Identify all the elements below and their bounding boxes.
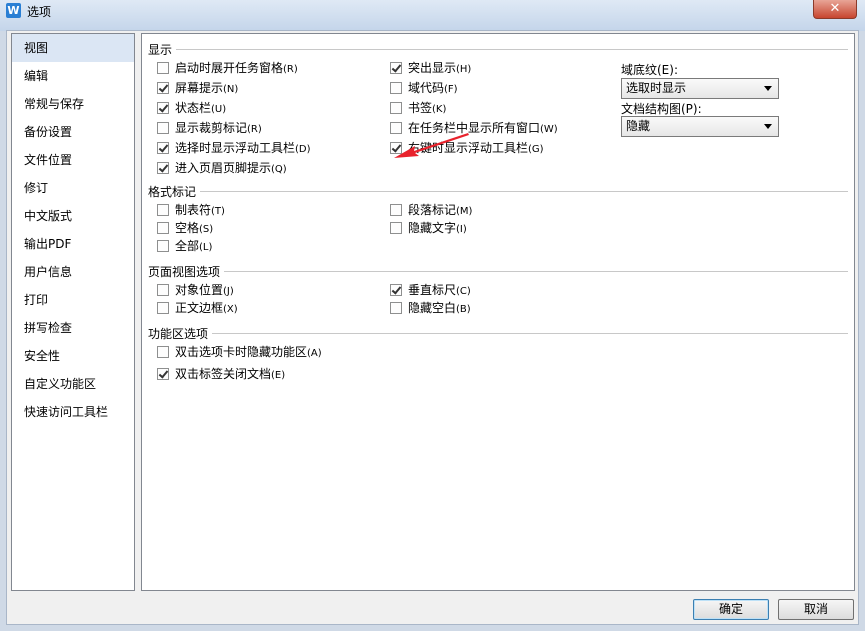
checkbox[interactable]	[390, 204, 402, 216]
checkbox[interactable]	[157, 102, 169, 114]
sidebar-item-export-pdf[interactable]: 输出PDF	[12, 230, 134, 258]
sidebar-item-customize-ribbon[interactable]: 自定义功能区	[12, 370, 134, 398]
option-field-codes[interactable]: 域代码(F)	[390, 81, 458, 95]
checkbox[interactable]	[157, 346, 169, 358]
sidebar-item-print[interactable]: 打印	[12, 286, 134, 314]
checkbox[interactable]	[390, 284, 402, 296]
sidebar-item-quick-access-toolbar[interactable]: 快速访问工具栏	[12, 398, 134, 426]
option-highlight[interactable]: 突出显示(H)	[390, 61, 471, 75]
sidebar-item-edit[interactable]: 编辑	[12, 62, 134, 90]
option-status-bar[interactable]: 状态栏(U)	[157, 101, 226, 115]
checkbox[interactable]	[157, 162, 169, 174]
checkbox[interactable]	[390, 62, 402, 74]
chevron-down-icon	[764, 124, 772, 129]
sidebar-item-file-location[interactable]: 文件位置	[12, 146, 134, 174]
sidebar: 视图 编辑 常规与保存 备份设置 文件位置 修订 中文版式 输出PDF 用户信息…	[11, 33, 135, 591]
checkbox[interactable]	[157, 222, 169, 234]
option-object-anchors[interactable]: 对象位置(J)	[157, 283, 234, 297]
section-divider	[212, 333, 848, 334]
checkbox[interactable]	[157, 82, 169, 94]
chevron-down-icon	[764, 86, 772, 91]
option-hidden-text[interactable]: 隐藏文字(I)	[390, 221, 467, 235]
option-show-task-pane[interactable]: 启动时展开任务窗格(R)	[157, 61, 298, 75]
doc-map-select[interactable]: 隐藏	[621, 116, 779, 137]
option-tab-chars[interactable]: 制表符(T)	[157, 203, 225, 217]
checkbox[interactable]	[390, 302, 402, 314]
sidebar-item-spell-check[interactable]: 拼写检查	[12, 314, 134, 342]
option-bookmarks[interactable]: 书签(K)	[390, 101, 446, 115]
sidebar-item-backup[interactable]: 备份设置	[12, 118, 134, 146]
section-title-page-view: 页面视图选项	[148, 265, 221, 279]
section-title-display: 显示	[148, 43, 173, 57]
sidebar-item-chinese-layout[interactable]: 中文版式	[12, 202, 134, 230]
ok-button[interactable]: 确定	[693, 599, 769, 620]
checkbox[interactable]	[157, 142, 169, 154]
option-spaces[interactable]: 空格(S)	[157, 221, 213, 235]
window-title: 选项	[27, 5, 52, 19]
doc-map-label: 文档结构图(P):	[621, 102, 702, 116]
section-divider	[176, 49, 848, 50]
checkbox[interactable]	[390, 222, 402, 234]
title-bar: W 选项 ✕	[0, 0, 865, 31]
annotation-arrow-icon	[394, 133, 469, 158]
checkbox[interactable]	[157, 240, 169, 252]
sidebar-item-general-save[interactable]: 常规与保存	[12, 90, 134, 118]
section-divider	[224, 271, 848, 272]
section-divider	[200, 191, 848, 192]
section-title-format-marks: 格式标记	[148, 185, 197, 199]
option-vertical-ruler[interactable]: 垂直标尺(C)	[390, 283, 471, 297]
wps-writer-icon: W	[6, 3, 21, 18]
option-dblclick-close-doc[interactable]: 双击标签关闭文档(E)	[157, 367, 285, 381]
checkbox[interactable]	[157, 62, 169, 74]
option-text-boundaries[interactable]: 正文边框(X)	[157, 301, 238, 315]
section-title-ribbon: 功能区选项	[148, 327, 209, 341]
checkbox[interactable]	[390, 82, 402, 94]
option-header-footer-hint[interactable]: 进入页眉页脚提示(Q)	[157, 161, 287, 175]
checkbox[interactable]	[157, 122, 169, 134]
option-all-marks[interactable]: 全部(L)	[157, 239, 212, 253]
cancel-button[interactable]: 取消	[778, 599, 854, 620]
option-floating-toolbar-select[interactable]: 选择时显示浮动工具栏(D)	[157, 141, 311, 155]
option-paragraph-marks[interactable]: 段落标记(M)	[390, 203, 472, 217]
option-screen-tips[interactable]: 屏幕提示(N)	[157, 81, 238, 95]
options-dialog: 视图 编辑 常规与保存 备份设置 文件位置 修订 中文版式 输出PDF 用户信息…	[6, 30, 859, 625]
field-shading-select[interactable]: 选取时显示	[621, 78, 779, 99]
option-hide-whitespace[interactable]: 隐藏空白(B)	[390, 301, 471, 315]
option-dblclick-hide-ribbon[interactable]: 双击选项卡时隐藏功能区(A)	[157, 345, 322, 359]
checkbox[interactable]	[157, 204, 169, 216]
option-crop-marks[interactable]: 显示裁剪标记(R)	[157, 121, 262, 135]
sidebar-item-view[interactable]: 视图	[12, 34, 134, 62]
sidebar-item-revision[interactable]: 修订	[12, 174, 134, 202]
checkbox[interactable]	[390, 102, 402, 114]
sidebar-item-user-info[interactable]: 用户信息	[12, 258, 134, 286]
checkbox[interactable]	[157, 368, 169, 380]
close-button[interactable]: ✕	[813, 0, 857, 19]
checkbox[interactable]	[157, 284, 169, 296]
checkbox[interactable]	[157, 302, 169, 314]
field-shading-label: 域底纹(E):	[621, 63, 678, 77]
sidebar-item-security[interactable]: 安全性	[12, 342, 134, 370]
view-settings-panel: 显示 启动时展开任务窗格(R) 屏幕提示(N) 状态栏(U) 显示裁剪标记(R)…	[141, 33, 855, 591]
